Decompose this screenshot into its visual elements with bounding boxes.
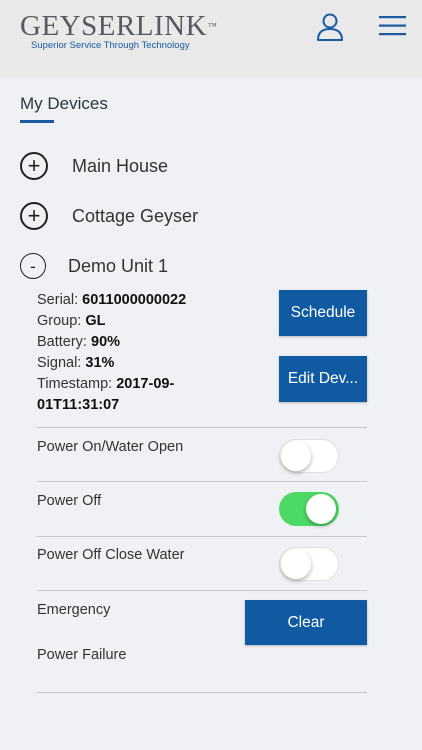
toggle-knob xyxy=(281,549,311,579)
serial-row: Serial: 6011000000022 xyxy=(37,292,187,308)
power-on-water-open-toggle[interactable] xyxy=(279,439,339,473)
power-off-toggle[interactable] xyxy=(279,492,339,526)
power-off-label: Power Off xyxy=(37,493,102,509)
signal-value: 31% xyxy=(85,355,115,371)
plus-circle-icon[interactable]: + xyxy=(20,152,48,180)
divider xyxy=(37,536,367,537)
plus-circle-icon[interactable]: + xyxy=(20,202,48,230)
timestamp-row: Timestamp: 2017-09- xyxy=(37,376,175,392)
group-row: Group: GL xyxy=(37,313,106,329)
section-title: My Devices xyxy=(20,94,108,113)
clear-button[interactable]: Clear xyxy=(245,600,367,645)
divider xyxy=(37,427,367,428)
section-title-underline xyxy=(20,120,54,123)
toggle-knob xyxy=(306,494,336,524)
power-failure-label: Power Failure xyxy=(37,647,127,663)
user-outline-icon xyxy=(317,13,343,41)
device-name: Main House xyxy=(72,155,169,176)
power-off-close-water-toggle[interactable] xyxy=(279,547,339,581)
minus-circle-icon[interactable]: - xyxy=(20,253,46,279)
app-header: GEYSERLINK™ Superior Service Through Tec… xyxy=(0,0,422,78)
logo-trademark: ™ xyxy=(208,21,218,31)
divider xyxy=(37,590,367,591)
group-value: GL xyxy=(85,313,106,329)
device-name: Cottage Geyser xyxy=(72,205,199,226)
timestamp-value-part2: 01T11:31:07 xyxy=(37,397,120,413)
device-row-main-house[interactable]: + Main House xyxy=(20,149,168,183)
device-row-demo-unit-1[interactable]: - Demo Unit 1 xyxy=(20,249,168,283)
device-details: Serial: 6011000000022 Group: GL Battery:… xyxy=(37,290,257,416)
power-on-water-open-label: Power On/Water Open xyxy=(37,439,184,455)
signal-row: Signal: 31% xyxy=(37,355,115,371)
geyserlink-logo: GEYSERLINK™ Superior Service Through Tec… xyxy=(20,10,217,51)
toggle-knob xyxy=(281,441,311,471)
edit-device-button[interactable]: Edit Dev... xyxy=(279,356,367,402)
logo-text: GEYSERLINK xyxy=(20,10,208,42)
battery-row: Battery: 90% xyxy=(37,334,121,350)
power-off-close-water-label: Power Off Close Water xyxy=(37,547,185,563)
timestamp-value-part1: 2017-09- xyxy=(116,376,175,392)
logo-tagline: Superior Service Through Technology xyxy=(31,40,190,51)
schedule-button[interactable]: Schedule xyxy=(279,290,367,336)
user-profile-button[interactable] xyxy=(315,12,345,42)
divider xyxy=(37,481,367,482)
hamburger-menu-button[interactable] xyxy=(378,14,408,38)
serial-value: 6011000000022 xyxy=(82,292,187,308)
hamburger-menu-icon xyxy=(379,16,406,36)
divider xyxy=(37,692,367,693)
device-name: Demo Unit 1 xyxy=(68,255,169,276)
battery-value: 90% xyxy=(91,334,121,350)
emergency-label: Emergency xyxy=(37,602,111,618)
device-row-cottage-geyser[interactable]: + Cottage Geyser xyxy=(20,199,198,233)
